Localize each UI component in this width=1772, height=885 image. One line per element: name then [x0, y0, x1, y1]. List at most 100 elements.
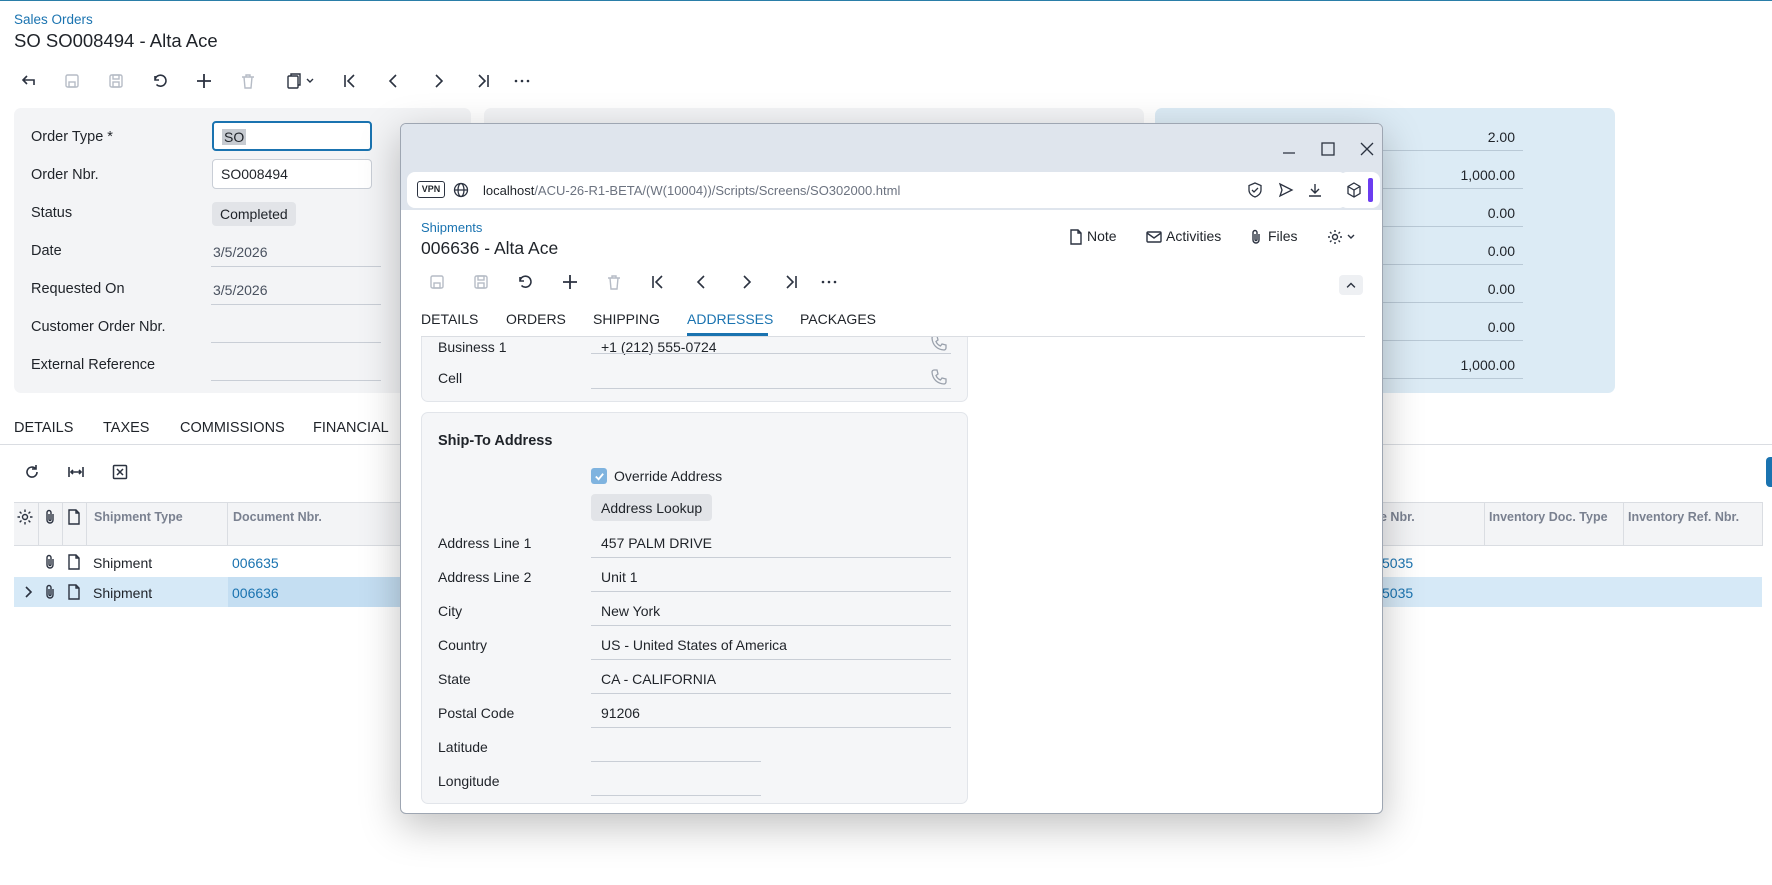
- note-button[interactable]: Note: [1087, 228, 1117, 244]
- phone-icon[interactable]: [928, 337, 950, 354]
- collapse-header-icon[interactable]: [1339, 275, 1363, 295]
- address-line1-label: Address Line 1: [438, 535, 532, 551]
- modal-tab-orders[interactable]: ORDERS: [506, 311, 566, 327]
- first-record-icon[interactable]: [647, 271, 669, 293]
- address-lookup-button[interactable]: Address Lookup: [591, 494, 713, 521]
- next-record-icon[interactable]: [427, 70, 449, 92]
- order-nbr-link[interactable]: 5035: [1382, 555, 1413, 571]
- undo-icon[interactable]: [514, 271, 536, 293]
- refresh-icon[interactable]: [21, 461, 43, 483]
- settings-dropdown-icon[interactable]: [1325, 226, 1359, 248]
- cube-icon[interactable]: [1344, 179, 1364, 201]
- address-line2-value[interactable]: Unit 1: [601, 569, 638, 585]
- previous-record-icon[interactable]: [691, 271, 713, 293]
- modal-scroll-area[interactable]: Business 1 +1 (212) 555-0724 Cell Ship-T…: [401, 337, 1382, 813]
- tab-financial[interactable]: FINANCIAL: [313, 420, 389, 436]
- shipment-type-cell: Shipment: [93, 555, 153, 571]
- modal-breadcrumb[interactable]: Shipments: [421, 220, 482, 235]
- add-icon[interactable]: [193, 70, 215, 92]
- previous-record-icon[interactable]: [383, 70, 405, 92]
- tab-commissions[interactable]: COMMISSIONS: [180, 420, 285, 436]
- more-options-icon[interactable]: [818, 271, 840, 293]
- city-label: City: [438, 603, 463, 619]
- page-title: SO SO008494 - Alta Ace: [14, 30, 218, 51]
- chevron-right-icon[interactable]: [18, 581, 38, 603]
- more-options-icon[interactable]: [511, 70, 533, 92]
- document-nbr-link[interactable]: 006636: [232, 585, 279, 601]
- date-value[interactable]: 3/5/2026: [213, 244, 268, 260]
- last-record-icon[interactable]: [780, 271, 802, 293]
- save-close-icon[interactable]: [426, 271, 448, 293]
- fit-columns-icon[interactable]: [65, 461, 87, 483]
- header-inventory-ref-nbr[interactable]: Inventory Ref. Nbr.: [1628, 510, 1739, 524]
- send-icon[interactable]: [1276, 179, 1296, 201]
- address-line1-value[interactable]: 457 PALM DRIVE: [601, 535, 712, 551]
- city-value[interactable]: New York: [601, 603, 660, 619]
- attachment-icon[interactable]: [40, 551, 60, 573]
- export-excel-icon[interactable]: [109, 461, 131, 483]
- note-icon[interactable]: [64, 581, 84, 603]
- side-panel-handle[interactable]: [1766, 457, 1772, 487]
- requested-on-value[interactable]: 3/5/2026: [213, 282, 268, 298]
- total-underline: [1360, 226, 1523, 227]
- ship-to-heading: Ship-To Address: [438, 433, 553, 449]
- breadcrumb[interactable]: Sales Orders: [14, 12, 93, 27]
- order-type-value: SO: [222, 129, 247, 145]
- tab-taxes[interactable]: TAXES: [103, 420, 149, 436]
- delete-icon[interactable]: [603, 271, 625, 293]
- save-icon[interactable]: [470, 271, 492, 293]
- attachment-icon[interactable]: [40, 581, 60, 603]
- postal-code-value[interactable]: 91206: [601, 705, 640, 721]
- shipment-popup-window[interactable]: VPN localhost/ACU-26-R1-BETA/(W(10004))/…: [400, 123, 1383, 814]
- last-record-icon[interactable]: [472, 70, 494, 92]
- copy-paste-icon[interactable]: [282, 70, 318, 92]
- first-record-icon[interactable]: [339, 70, 361, 92]
- document-nbr-link[interactable]: 006635: [232, 555, 279, 571]
- modal-tab-packages[interactable]: PACKAGES: [800, 311, 876, 327]
- next-record-icon[interactable]: [735, 271, 757, 293]
- url-host: localhost: [483, 183, 535, 198]
- save-close-icon[interactable]: [61, 70, 83, 92]
- header-document-nbr[interactable]: Document Nbr.: [233, 510, 322, 524]
- vpn-badge[interactable]: VPN: [417, 181, 445, 198]
- state-value[interactable]: CA - CALIFORNIA: [601, 671, 716, 687]
- mail-icon[interactable]: [1144, 226, 1164, 248]
- activities-button[interactable]: Activities: [1166, 228, 1221, 244]
- add-icon[interactable]: [559, 271, 581, 293]
- url-text[interactable]: localhost/ACU-26-R1-BETA/(W(10004))/Scri…: [483, 183, 900, 198]
- column-settings-icon[interactable]: [15, 506, 35, 528]
- back-icon[interactable]: [18, 70, 40, 92]
- paperclip-icon[interactable]: [1246, 226, 1266, 248]
- download-icon[interactable]: [1305, 179, 1325, 201]
- modal-tab-shipping[interactable]: SHIPPING: [593, 311, 660, 327]
- total-underline: [1360, 378, 1523, 379]
- header-order-nbr[interactable]: e Nbr.: [1380, 510, 1415, 524]
- address-line2-label: Address Line 2: [438, 569, 532, 585]
- customer-order-underline: [211, 342, 381, 343]
- header-shipment-type[interactable]: Shipment Type: [94, 510, 183, 524]
- override-address-label[interactable]: Override Address: [614, 468, 722, 484]
- note-icon[interactable]: [64, 551, 84, 573]
- header-inventory-doc-type[interactable]: Inventory Doc. Type: [1489, 510, 1608, 524]
- minimize-icon[interactable]: [1278, 138, 1300, 160]
- tab-details[interactable]: DETAILS: [14, 420, 73, 436]
- delete-icon[interactable]: [237, 70, 259, 92]
- override-address-checkbox[interactable]: [591, 468, 607, 484]
- address-line2-underline: [591, 591, 951, 592]
- modal-tab-addresses[interactable]: ADDRESSES: [687, 311, 773, 327]
- files-button[interactable]: Files: [1268, 228, 1298, 244]
- window-title-bar[interactable]: [401, 124, 1382, 170]
- save-icon[interactable]: [105, 70, 127, 92]
- modal-tab-details[interactable]: DETAILS: [421, 311, 478, 327]
- country-value[interactable]: US - United States of America: [601, 637, 787, 653]
- note-icon[interactable]: [1066, 226, 1086, 248]
- undo-icon[interactable]: [149, 70, 171, 92]
- maximize-icon[interactable]: [1317, 138, 1339, 160]
- phone-icon[interactable]: [928, 366, 950, 388]
- order-nbr-link[interactable]: 5035: [1382, 585, 1413, 601]
- cell-underline: [591, 388, 951, 389]
- order-nbr-input[interactable]: SO008494: [212, 159, 372, 189]
- order-type-input[interactable]: SO: [212, 121, 372, 151]
- shield-icon[interactable]: [1245, 179, 1265, 201]
- close-icon[interactable]: [1356, 138, 1378, 160]
